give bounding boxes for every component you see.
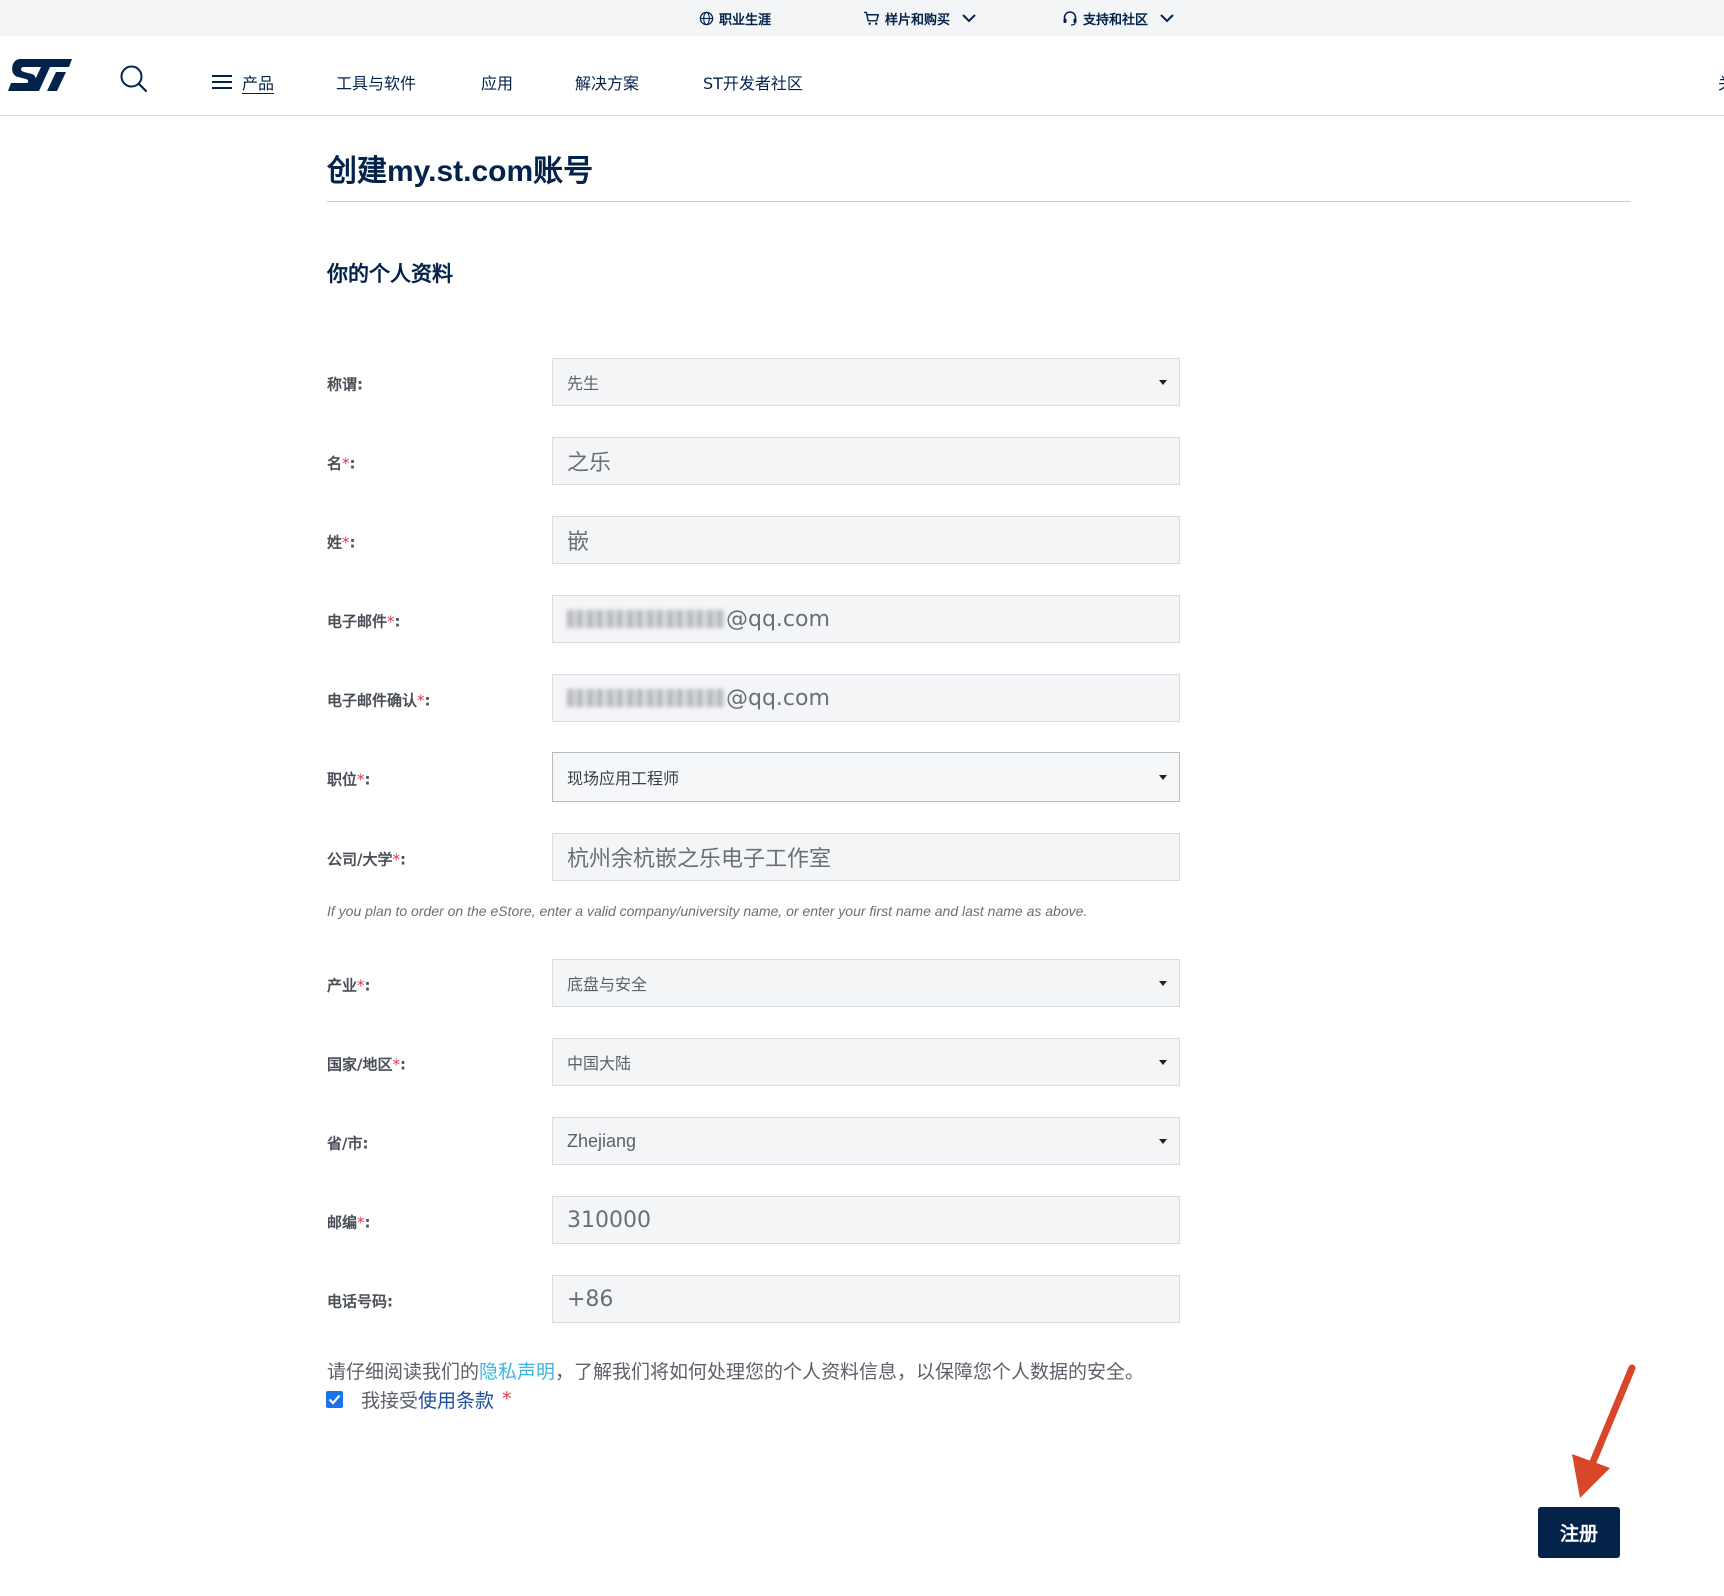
nav-overflow-item[interactable]: 关 (1718, 70, 1724, 94)
samples-buy-menu[interactable]: 样片和购买 (863, 7, 977, 29)
first-name-value: 之乐 (567, 451, 612, 476)
support-community-menu[interactable]: 支持和社区 (1062, 7, 1175, 29)
last-name-input[interactable]: 嵌 (552, 516, 1180, 564)
postcode-label: 邮编*: (327, 1213, 371, 1232)
search-icon (120, 65, 148, 93)
nav-applications[interactable]: 应用 (481, 70, 513, 94)
industry-value: 底盘与安全 (567, 975, 648, 994)
nav-tools-software[interactable]: 工具与软件 (336, 70, 416, 94)
caret-down-icon (1159, 775, 1167, 780)
privacy-text-after: ，了解我们将如何处理您的个人资料信息，以保障您个人数据的安全。 (555, 1361, 1145, 1383)
nav-solutions[interactable]: 解决方案 (575, 70, 639, 94)
province-select[interactable]: Zhejiang (552, 1117, 1180, 1165)
privacy-text-before: 请仔细阅读我们的 (327, 1361, 480, 1383)
postcode-row: 邮编*: 310000 (327, 1196, 1180, 1244)
first-name-row: 名*: 之乐 (327, 437, 1180, 485)
required-marker: * (502, 1388, 512, 1410)
redacted-text (567, 610, 725, 628)
first-name-label: 名*: (327, 454, 356, 473)
section-title: 你的个人资料 (327, 262, 453, 286)
careers-link[interactable]: 职业生涯 (699, 7, 771, 29)
country-label: 国家/地区*: (327, 1055, 406, 1074)
redacted-text (567, 689, 725, 707)
company-row: 公司/大学*: 杭州余杭嵌之乐电子工作室 (327, 833, 1180, 881)
support-label: 支持和社区 (1083, 12, 1149, 28)
salutation-row: 称谓: 先生 (327, 358, 1180, 406)
register-button[interactable]: 注册 (1538, 1507, 1620, 1558)
nav-products-label: 产品 (242, 74, 275, 93)
terms-checkbox[interactable] (326, 1390, 343, 1408)
job-label: 职位*: (327, 770, 371, 789)
email-domain: @qq.com (726, 606, 830, 632)
job-value: 现场应用工程师 (567, 769, 680, 788)
phone-row: 电话号码: +86 (327, 1275, 1180, 1323)
job-row: 职位*: 现场应用工程师 (327, 752, 1180, 802)
search-button[interactable] (119, 64, 149, 94)
st-logo[interactable] (6, 56, 74, 94)
company-label: 公司/大学*: (327, 850, 406, 869)
chevron-down-icon (962, 14, 976, 23)
company-input[interactable]: 杭州余杭嵌之乐电子工作室 (552, 833, 1180, 881)
utility-bar: 职业生涯 样片和购买 支持和社区 (0, 0, 1724, 36)
phone-input[interactable]: +86 (552, 1275, 1180, 1323)
industry-label: 产业*: (327, 976, 371, 995)
nav-products[interactable]: 产品 (212, 70, 274, 94)
hamburger-icon (212, 75, 232, 89)
caret-down-icon (1159, 1139, 1167, 1144)
country-select[interactable]: 中国大陆 (552, 1038, 1180, 1086)
salutation-value: 先生 (567, 374, 600, 393)
email-input[interactable]: @qq.com (552, 595, 1180, 643)
email-row: 电子邮件*: @qq.com (327, 595, 1180, 643)
phone-label: 电话号码: (327, 1292, 393, 1311)
company-value: 杭州余杭嵌之乐电子工作室 (567, 847, 832, 872)
terms-text: 我接受 (361, 1389, 419, 1412)
email-confirm-input[interactable]: @qq.com (552, 674, 1180, 722)
country-value: 中国大陆 (567, 1054, 632, 1073)
careers-label: 职业生涯 (719, 12, 772, 28)
email-label: 电子邮件*: (327, 612, 401, 631)
job-select[interactable]: 现场应用工程师 (552, 752, 1180, 802)
country-row: 国家/地区*: 中国大陆 (327, 1038, 1180, 1086)
last-name-row: 姓*: 嵌 (327, 516, 1180, 564)
main-nav: 产品 工具与软件 应用 解决方案 ST开发者社区 关 (0, 36, 1724, 116)
samples-buy-label: 样片和购买 (885, 12, 951, 28)
privacy-statement-link[interactable]: 隐私声明 (479, 1361, 555, 1383)
province-value: Zhejiang (567, 1130, 637, 1151)
email-confirm-domain: @qq.com (726, 685, 830, 711)
email-confirm-label: 电子邮件确认*: (327, 691, 431, 710)
cart-icon (864, 11, 880, 25)
nav-developer-community[interactable]: ST开发者社区 (703, 70, 803, 94)
checkmark-icon (328, 1394, 341, 1405)
email-confirm-row: 电子邮件确认*: @qq.com (327, 674, 1180, 722)
privacy-notice: 请仔细阅读我们的隐私声明，了解我们将如何处理您的个人资料信息，以保障您个人数据的… (327, 1357, 1144, 1384)
province-row: 省/市: Zhejiang (327, 1117, 1180, 1165)
globe-icon (699, 11, 714, 25)
province-label: 省/市: (327, 1134, 369, 1153)
postcode-value: 310000 (567, 1207, 651, 1233)
industry-row: 产业*: 底盘与安全 (327, 959, 1180, 1007)
last-name-value: 嵌 (567, 530, 590, 555)
divider (327, 201, 1631, 202)
caret-down-icon (1159, 1060, 1167, 1065)
postcode-input[interactable]: 310000 (552, 1196, 1180, 1244)
industry-select[interactable]: 底盘与安全 (552, 959, 1180, 1007)
caret-down-icon (1159, 981, 1167, 986)
last-name-label: 姓*: (327, 533, 356, 552)
first-name-input[interactable]: 之乐 (552, 437, 1180, 485)
terms-row: 我接受 使用条款 * (326, 1386, 512, 1412)
salutation-label: 称谓: (327, 375, 363, 394)
terms-of-use-link[interactable]: 使用条款 (418, 1386, 494, 1413)
annotation-arrow (1572, 1364, 1636, 1498)
company-hint: If you plan to order on the eStore, ente… (327, 903, 1088, 919)
headset-icon (1063, 11, 1077, 26)
page-title: 创建my.st.com账号 (327, 155, 594, 188)
phone-value: +86 (567, 1286, 614, 1312)
caret-down-icon (1159, 380, 1167, 385)
salutation-select[interactable]: 先生 (552, 358, 1180, 406)
chevron-down-icon (1160, 14, 1174, 23)
